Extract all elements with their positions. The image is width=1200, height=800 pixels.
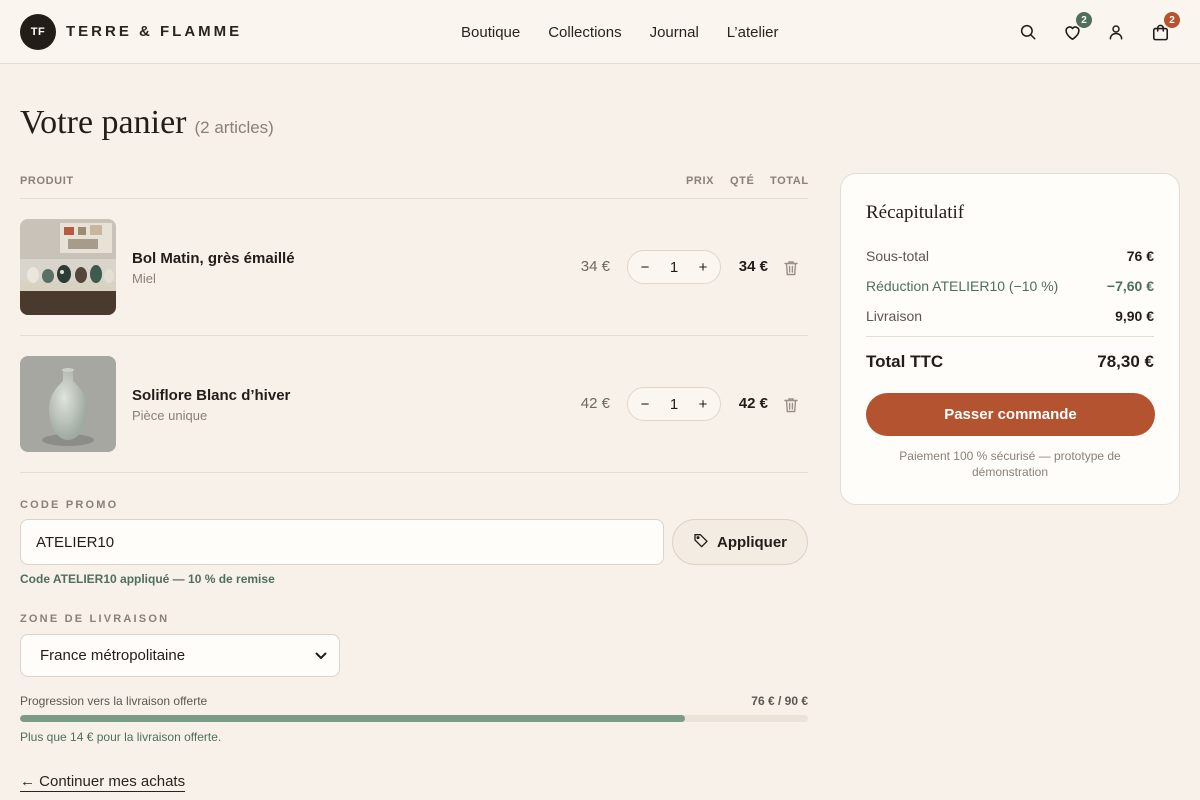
wishlist-icon[interactable]: 2: [1062, 12, 1092, 42]
product-name[interactable]: Soliflore Blanc d’hiver: [132, 387, 290, 404]
product-variant: Miel: [132, 271, 156, 286]
product-name[interactable]: Bol Matin, grès émaillé: [132, 250, 295, 267]
cart-icon[interactable]: 2: [1150, 12, 1180, 42]
trash-icon[interactable]: [784, 260, 798, 276]
total-value: 78,30 €: [1097, 352, 1154, 371]
shipping-progress-label: Progression vers la livraison offerte: [20, 694, 208, 708]
search-icon[interactable]: [1018, 22, 1038, 42]
page-title: Votre panier: [20, 104, 187, 141]
subtotal-value: 76 €: [1126, 248, 1154, 264]
discount-label: Réduction ATELIER10 (−10 %): [866, 278, 1059, 294]
nav-atelier[interactable]: L’atelier: [727, 24, 779, 41]
quantity-value: 1: [669, 258, 679, 276]
cart-badge: 2: [1164, 12, 1180, 28]
shipping-line: Livraison 9,90 €: [866, 308, 1154, 324]
decrease-qty-button[interactable]: −: [638, 259, 652, 276]
quantity-stepper: − 1 +: [627, 250, 721, 284]
quantity-value: 1: [669, 395, 679, 413]
increase-qty-button[interactable]: +: [696, 396, 710, 413]
discount-value: −7,60 €: [1106, 278, 1154, 294]
zone-selected-value: France métropolitaine: [40, 647, 186, 664]
unit-price: 42 €: [580, 395, 610, 412]
continue-shopping-link[interactable]: ← Continuer mes achats: [20, 773, 186, 792]
subtotal-line: Sous-total 76 €: [866, 248, 1154, 264]
promo-success-message: Code ATELIER10 appliqué — 10 % de remise: [20, 572, 275, 586]
col-price: PRIX: [686, 175, 715, 187]
col-product: PRODUIT: [20, 175, 74, 187]
unit-price: 34 €: [580, 258, 610, 275]
total-line: Total TTC 78,30 €: [866, 352, 1154, 372]
cart-row: Soliflore Blanc d’hiver Pièce unique 42 …: [20, 336, 808, 473]
decrease-qty-button[interactable]: −: [638, 396, 652, 413]
promo-label: CODE PROMO: [20, 499, 119, 511]
cart-row: Bol Matin, grès émaillé Miel 34 € − 1 + …: [20, 199, 808, 336]
shipping-progress-fill: [20, 715, 686, 722]
summary-title: Récapitulatif: [866, 202, 965, 223]
product-image-vase[interactable]: [20, 356, 116, 452]
trash-icon[interactable]: [784, 397, 798, 413]
nav-journal[interactable]: Journal: [650, 24, 699, 41]
shipping-progress-bar: [20, 715, 808, 722]
brand-name[interactable]: TERRE & FLAMME: [66, 23, 242, 40]
shipping-progress-value: 76 € / 90 €: [751, 694, 808, 708]
page-title-row: Votre panier (2 articles): [20, 104, 274, 142]
logo-mark[interactable]: TF: [20, 13, 56, 50]
total-label: Total TTC: [866, 352, 944, 371]
product-variant: Pièce unique: [132, 408, 208, 423]
quantity-stepper: − 1 +: [627, 387, 721, 421]
apply-promo-button[interactable]: Appliquer: [672, 519, 808, 565]
secure-payment-note: Paiement 100 % sécurisé — prototype de d…: [899, 449, 1121, 479]
increase-qty-button[interactable]: +: [696, 259, 710, 276]
header-actions: 2 2: [1018, 0, 1180, 64]
line-total: 42 €: [738, 395, 768, 412]
order-summary-card: Récapitulatif Sous-total 76 € Réduction …: [840, 173, 1180, 505]
shipping-zone-select[interactable]: France métropolitaine: [20, 634, 340, 677]
nav-collections[interactable]: Collections: [548, 24, 621, 41]
line-total: 34 €: [738, 258, 768, 275]
summary-divider: [866, 336, 1154, 337]
nav-boutique[interactable]: Boutique: [461, 24, 520, 41]
chevron-down-icon: [315, 647, 327, 664]
promo-code-input[interactable]: [20, 519, 664, 565]
checkout-button[interactable]: Passer commande: [866, 393, 1155, 436]
col-qty: QTÉ: [730, 175, 755, 187]
shipping-label: Livraison: [866, 308, 923, 324]
discount-line: Réduction ATELIER10 (−10 %) −7,60 €: [866, 278, 1154, 294]
col-total: TOTAL: [770, 175, 809, 187]
product-image-bowl[interactable]: [20, 219, 116, 315]
shipping-value: 9,90 €: [1115, 308, 1154, 324]
apply-label: Appliquer: [717, 533, 787, 551]
account-icon[interactable]: [1106, 22, 1126, 42]
cart-table-header: PRODUIT PRIX QTÉ TOTAL: [20, 172, 808, 199]
site-header: TF TERRE & FLAMME Boutique Collections J…: [0, 0, 1200, 64]
subtotal-label: Sous-total: [866, 248, 930, 264]
zone-label: ZONE DE LIVRAISON: [20, 613, 170, 625]
tag-icon: [693, 532, 709, 552]
main-nav: Boutique Collections Journal L’atelier: [461, 0, 779, 64]
cart-table: PRODUIT PRIX QTÉ TOTAL Bol Matin, grès é…: [20, 172, 808, 473]
shipping-progress-note: Plus que 14 € pour la livraison offerte.: [20, 730, 222, 744]
wishlist-badge: 2: [1076, 12, 1092, 28]
item-count: (2 articles): [194, 118, 274, 137]
